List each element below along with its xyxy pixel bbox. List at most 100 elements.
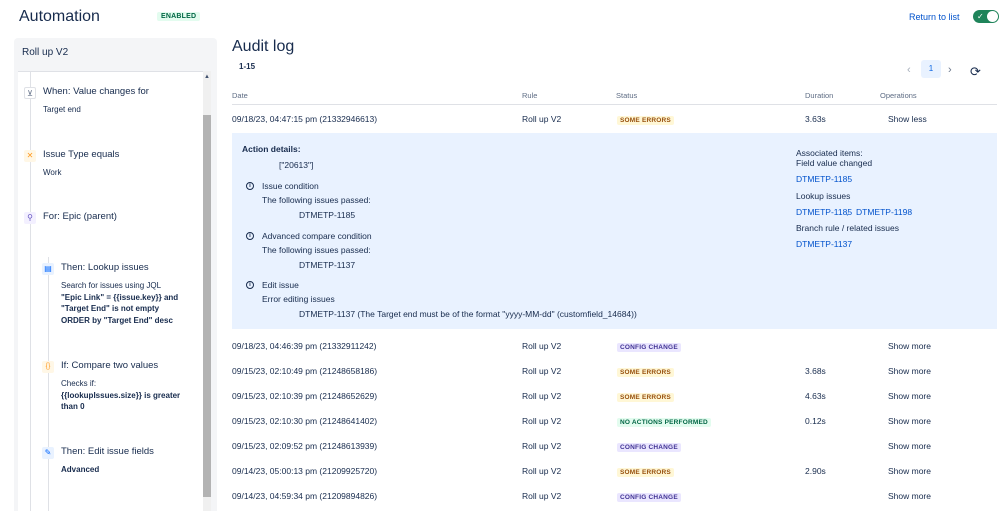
refresh-icon[interactable]: ⟳ (970, 64, 981, 80)
row-duration: 3.63s (805, 114, 826, 124)
table-row: 09/14/23, 04:59:34 pm (21209894826) Roll… (232, 483, 997, 507)
column-header-duration: Duration (805, 91, 834, 100)
column-header-status: Status (616, 91, 638, 100)
table-row: 09/15/23, 02:09:52 pm (21248613939) Roll… (232, 433, 997, 457)
component-trigger-detail: Target end (43, 105, 81, 114)
table-row: 09/18/23, 04:46:39 pm (21332911242) Roll… (232, 333, 997, 357)
issue-condition-label: Issue condition (262, 181, 319, 191)
component-if-compare[interactable]: If: Compare two values (61, 360, 158, 371)
issue-link[interactable]: DTMETP-1185 (796, 174, 852, 184)
connector-line (30, 72, 31, 511)
info-icon: i (246, 281, 254, 289)
show-more-button[interactable]: Show more (888, 466, 931, 476)
component-if-compare-detail: Checks if: {{lookupIssues.size}} is grea… (61, 378, 180, 413)
page-number-button[interactable]: 1 (921, 60, 941, 78)
toggle-knob (987, 11, 998, 22)
status-badge: SOME ERRORS (617, 116, 674, 125)
advanced-condition-issue: DTMETP-1137 (299, 260, 356, 270)
action-details-value: ["20613"] (279, 160, 314, 170)
if-condition-icon: {} (42, 361, 54, 373)
component-edit-issue-detail: Advanced (61, 465, 100, 474)
row-duration: 4.63s (805, 391, 826, 401)
row-duration: 2.90s (805, 466, 826, 476)
page-title: Automation (19, 8, 100, 25)
row-rule: Roll up V2 (522, 441, 562, 451)
component-lookup-detail: Search for issues using JQL "Epic Link" … (61, 280, 178, 326)
edit-issue-label: Edit issue (262, 280, 299, 290)
rule-name: Roll up V2 (22, 47, 69, 58)
issue-link[interactable]: DTMETP-1185 (796, 207, 852, 217)
edit-issue-error-label: Error editing issues (262, 294, 335, 304)
status-badge: CONFIG CHANGE (617, 443, 681, 452)
row-rule: Roll up V2 (522, 466, 562, 476)
enabled-badge: ENABLED (157, 12, 201, 21)
rule-panel: Roll up V2 ⊻ When: Value changes for Tar… (14, 38, 217, 511)
table-row: 09/14/23, 05:00:13 pm (21209925720) Roll… (232, 458, 997, 482)
show-more-button[interactable]: Show more (888, 341, 931, 351)
lookup-detail-line: "Target End" is not empty (61, 304, 160, 313)
issue-condition-issue: DTMETP-1185 (299, 210, 356, 220)
lookup-issues-label: Lookup issues (796, 191, 851, 201)
status-badge: CONFIG CHANGE (617, 493, 681, 502)
column-header-operations: Operations (880, 91, 917, 100)
status-badge: CONFIG CHANGE (617, 343, 681, 352)
component-branch[interactable]: For: Epic (parent) (43, 211, 117, 222)
column-header-date: Date (232, 91, 248, 100)
show-more-button[interactable]: Show more (888, 441, 931, 451)
issue-condition-passed: The following issues passed: (262, 195, 371, 205)
component-lookup[interactable]: Then: Lookup issues (61, 262, 149, 273)
compare-detail-line: than 0 (61, 402, 85, 411)
table-row: 09/15/23, 02:10:49 pm (21248658186) Roll… (232, 358, 997, 382)
status-badge: SOME ERRORS (617, 368, 674, 377)
row-rule: Roll up V2 (522, 491, 562, 501)
show-more-button[interactable]: Show more (888, 366, 931, 376)
rule-component-list: ⊻ When: Value changes for Target end ✕ I… (18, 71, 204, 511)
result-range: 1-15 (239, 62, 256, 71)
show-less-button[interactable]: Show less (888, 114, 927, 124)
lookup-detail-line: ORDER by "Target End" desc (61, 315, 173, 325)
status-badge: NO ACTIONS PERFORMED (617, 418, 711, 427)
condition-icon: ✕ (24, 150, 36, 162)
row-date: 09/18/23, 04:47:15 pm (21332946613) (232, 114, 378, 124)
row-duration: 3.68s (805, 366, 826, 376)
info-icon: i (246, 232, 254, 240)
component-condition-detail: Work (43, 168, 62, 177)
chevron-left-icon[interactable]: ‹ (907, 64, 911, 76)
row-date: 09/18/23, 04:46:39 pm (21332911242) (232, 341, 377, 351)
chevron-right-icon[interactable]: › (948, 64, 952, 76)
issue-link[interactable]: DTMETP-1137 (796, 239, 852, 249)
link-separator: , (846, 207, 849, 217)
table-row: 09/15/23, 02:10:30 pm (21248641402) Roll… (232, 408, 997, 432)
component-trigger[interactable]: When: Value changes for (43, 86, 149, 97)
row-rule: Roll up V2 (522, 366, 562, 376)
status-badge: SOME ERRORS (617, 393, 674, 402)
row-rule: Roll up V2 (522, 391, 562, 401)
column-header-rule: Rule (522, 91, 538, 100)
show-more-button[interactable]: Show more (888, 391, 931, 401)
row-date: 09/15/23, 02:09:52 pm (21248613939) (232, 441, 378, 451)
branch-icon: ⚲ (24, 212, 36, 224)
component-condition[interactable]: Issue Type equals (43, 149, 119, 160)
edit-issue-error-message: DTMETP-1137 (The Target end must be of t… (299, 309, 637, 319)
scroll-up-arrow-icon[interactable]: ▲ (204, 74, 210, 80)
show-more-button[interactable]: Show more (888, 491, 931, 501)
edit-icon: ✎ (42, 447, 54, 459)
row-date: 09/15/23, 02:10:49 pm (21248658186) (232, 366, 378, 376)
table-row: 09/15/23, 02:10:39 pm (21248652629) Roll… (232, 383, 997, 407)
return-to-list-link[interactable]: Return to list (909, 12, 960, 22)
rule-enabled-toggle[interactable]: ✓ (973, 10, 999, 23)
compare-detail-line: Checks if: (61, 379, 97, 388)
lookup-detail-line: Search for issues using JQL (61, 281, 162, 290)
header-divider (232, 104, 997, 105)
compare-detail-line: {{lookupIssues.size}} is greater (61, 390, 181, 400)
status-badge: SOME ERRORS (617, 468, 674, 477)
branch-rule-label: Branch rule / related issues (796, 223, 899, 233)
show-more-button[interactable]: Show more (888, 416, 931, 426)
info-icon: i (246, 182, 254, 190)
row-duration: 0.12s (805, 416, 826, 426)
component-edit-issue[interactable]: Then: Edit issue fields (61, 446, 154, 457)
lookup-icon: ▤ (42, 263, 54, 275)
issue-link[interactable]: DTMETP-1198 (856, 207, 912, 217)
row-date: 09/15/23, 02:10:30 pm (21248641402) (232, 416, 378, 426)
scrollbar-thumb[interactable] (203, 115, 211, 497)
